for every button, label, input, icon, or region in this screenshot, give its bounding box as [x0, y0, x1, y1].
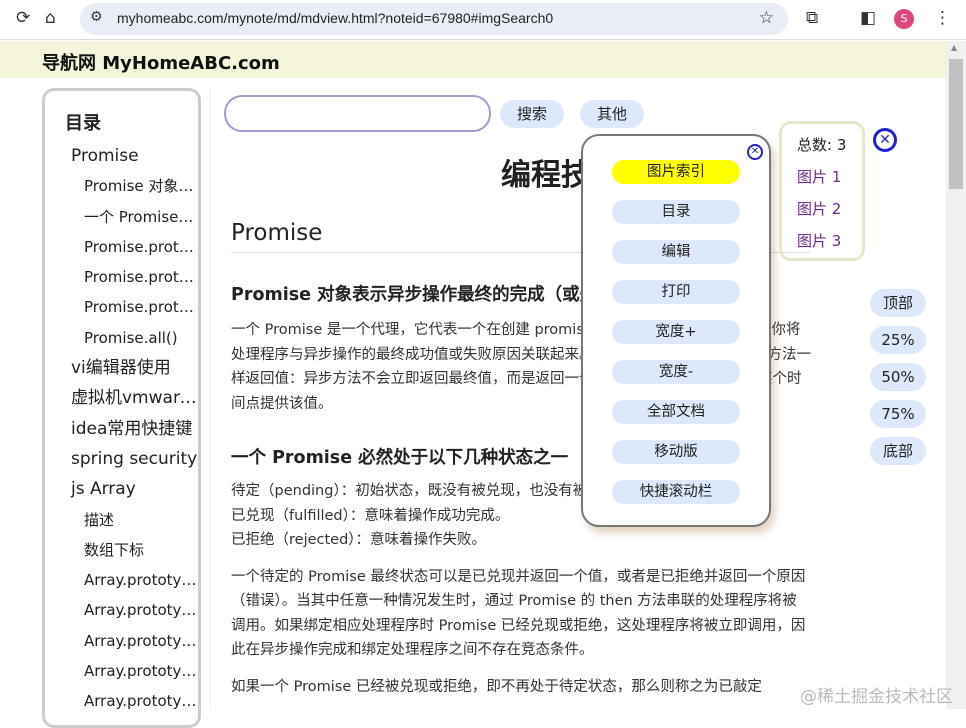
- close-image-index-icon[interactable]: ✕: [873, 128, 897, 152]
- close-menu-icon[interactable]: ✕: [747, 144, 763, 160]
- browser-toolbar: ⟳ ⌂ ⚙ myhomeabc.com/mynote/md/mdview.htm…: [0, 0, 966, 40]
- site-title[interactable]: 导航网 MyHomeABC.com: [42, 49, 280, 75]
- menu-item[interactable]: 移动版: [612, 440, 740, 464]
- paragraph: 一个待定的 Promise 最终状态可以是已兑现并返回一个值，或者是已拒绝并返回…: [231, 565, 811, 663]
- reload-icon[interactable]: ⟳: [16, 8, 30, 28]
- menu-item[interactable]: 宽度-: [612, 360, 740, 384]
- toc-item[interactable]: 描述: [65, 505, 198, 535]
- image-link[interactable]: 图片 3: [797, 232, 841, 250]
- page-scrollbar[interactable]: ▲: [946, 41, 966, 709]
- toc-item[interactable]: Promise.all(): [65, 323, 198, 353]
- other-menu-popup: ✕ 图片索引目录编辑打印宽度+ 宽度- 全部文档移动版快捷滚动栏: [581, 134, 771, 527]
- toc-sidebar: 目录 PromisePromise 对象表示异步操作最终的完成一个 Promis…: [42, 88, 201, 728]
- image-index-panel: 总数: 3 图片 1 图片 2 图片 3: [779, 121, 865, 261]
- scroll-top-button[interactable]: 顶部: [870, 289, 926, 317]
- image-link[interactable]: 图片 2: [797, 200, 841, 218]
- toc-item[interactable]: Array.prototype.fill(): [65, 656, 198, 686]
- image-link[interactable]: 图片 1: [797, 168, 841, 186]
- toc-item[interactable]: 虚拟机vmware使用: [65, 383, 198, 413]
- menu-item[interactable]: 图片索引: [612, 160, 740, 184]
- toc-item[interactable]: Promise.prototype.then(): [65, 232, 198, 262]
- scroll-bottom-button[interactable]: 底部: [870, 437, 926, 465]
- toc-item[interactable]: Promise 对象表示异步操作最终的完成: [65, 171, 198, 201]
- toc-item[interactable]: 一个 Promise 必然处于以下几种状态之一: [65, 202, 198, 232]
- toc-title: 目录: [65, 109, 198, 135]
- toc-item[interactable]: Array.prototype.every(): [65, 626, 198, 656]
- menu-item[interactable]: 全部文档: [612, 400, 740, 424]
- toc-item[interactable]: idea常用快捷键: [65, 414, 198, 444]
- toc-item[interactable]: js Array: [65, 474, 198, 504]
- toc-item[interactable]: Promise: [65, 141, 198, 171]
- scroll-25-button[interactable]: 25%: [870, 326, 926, 354]
- toc-item[interactable]: Array.prototype.filter(): [65, 686, 198, 716]
- side-panel-icon[interactable]: ◧: [860, 8, 876, 28]
- scroll-75-button[interactable]: 75%: [870, 400, 926, 428]
- address-bar[interactable]: ⚙ myhomeabc.com/mynote/md/mdview.html?no…: [80, 3, 788, 35]
- url-text[interactable]: myhomeabc.com/mynote/md/mdview.html?note…: [117, 10, 553, 26]
- toc-item[interactable]: Array.prototype.concat(): [65, 595, 198, 625]
- scrollbar-thumb[interactable]: [949, 59, 963, 189]
- watermark: @稀土掘金技术社区: [800, 682, 953, 707]
- home-icon[interactable]: ⌂: [45, 8, 56, 28]
- state-rejected: 已拒绝（rejected）：意味着操作失败。: [231, 532, 486, 548]
- state-fulfilled: 已兑现（fulfilled）：意味着操作成功完成。: [231, 508, 509, 524]
- search-input[interactable]: [224, 95, 491, 132]
- menu-item[interactable]: 打印: [612, 280, 740, 304]
- menu-item[interactable]: 编辑: [612, 240, 740, 264]
- toc-item[interactable]: spring security: [65, 444, 198, 474]
- toc-item[interactable]: Promise.prototype.catch(): [65, 262, 198, 292]
- site-info-icon[interactable]: ⚙: [90, 9, 103, 25]
- other-button[interactable]: 其他: [580, 100, 644, 128]
- site-header: 导航网 MyHomeABC.com: [0, 41, 946, 78]
- scroll-50-button[interactable]: 50%: [870, 363, 926, 391]
- menu-kebab-icon[interactable]: ⋮: [934, 8, 951, 28]
- state-pending: 待定（pending）：初始状态，既没有被兑现，也没有被拒绝。: [231, 483, 631, 499]
- toc-item[interactable]: Array.prototype.at(): [65, 565, 198, 595]
- image-total: 总数: 3: [797, 134, 862, 166]
- search-button[interactable]: 搜索: [500, 100, 564, 128]
- extensions-icon[interactable]: ⧉: [806, 8, 818, 28]
- toc-item[interactable]: 数组下标: [65, 535, 198, 565]
- toc-item[interactable]: vi编辑器使用: [65, 353, 198, 383]
- divider: [210, 88, 211, 709]
- menu-item[interactable]: 宽度+: [612, 320, 740, 344]
- scroll-up-arrow-icon[interactable]: ▲: [951, 43, 957, 52]
- toc-item[interactable]: Promise.prototype.finally(): [65, 292, 198, 322]
- menu-item[interactable]: 目录: [612, 200, 740, 224]
- menu-item[interactable]: 快捷滚动栏: [612, 480, 740, 504]
- profile-avatar[interactable]: S: [894, 9, 914, 29]
- bookmark-star-icon[interactable]: ☆: [759, 8, 774, 28]
- paragraph: 如果一个 Promise 已经被兑现或拒绝，即不再处于待定状态，那么则称之为已敲…: [231, 675, 811, 700]
